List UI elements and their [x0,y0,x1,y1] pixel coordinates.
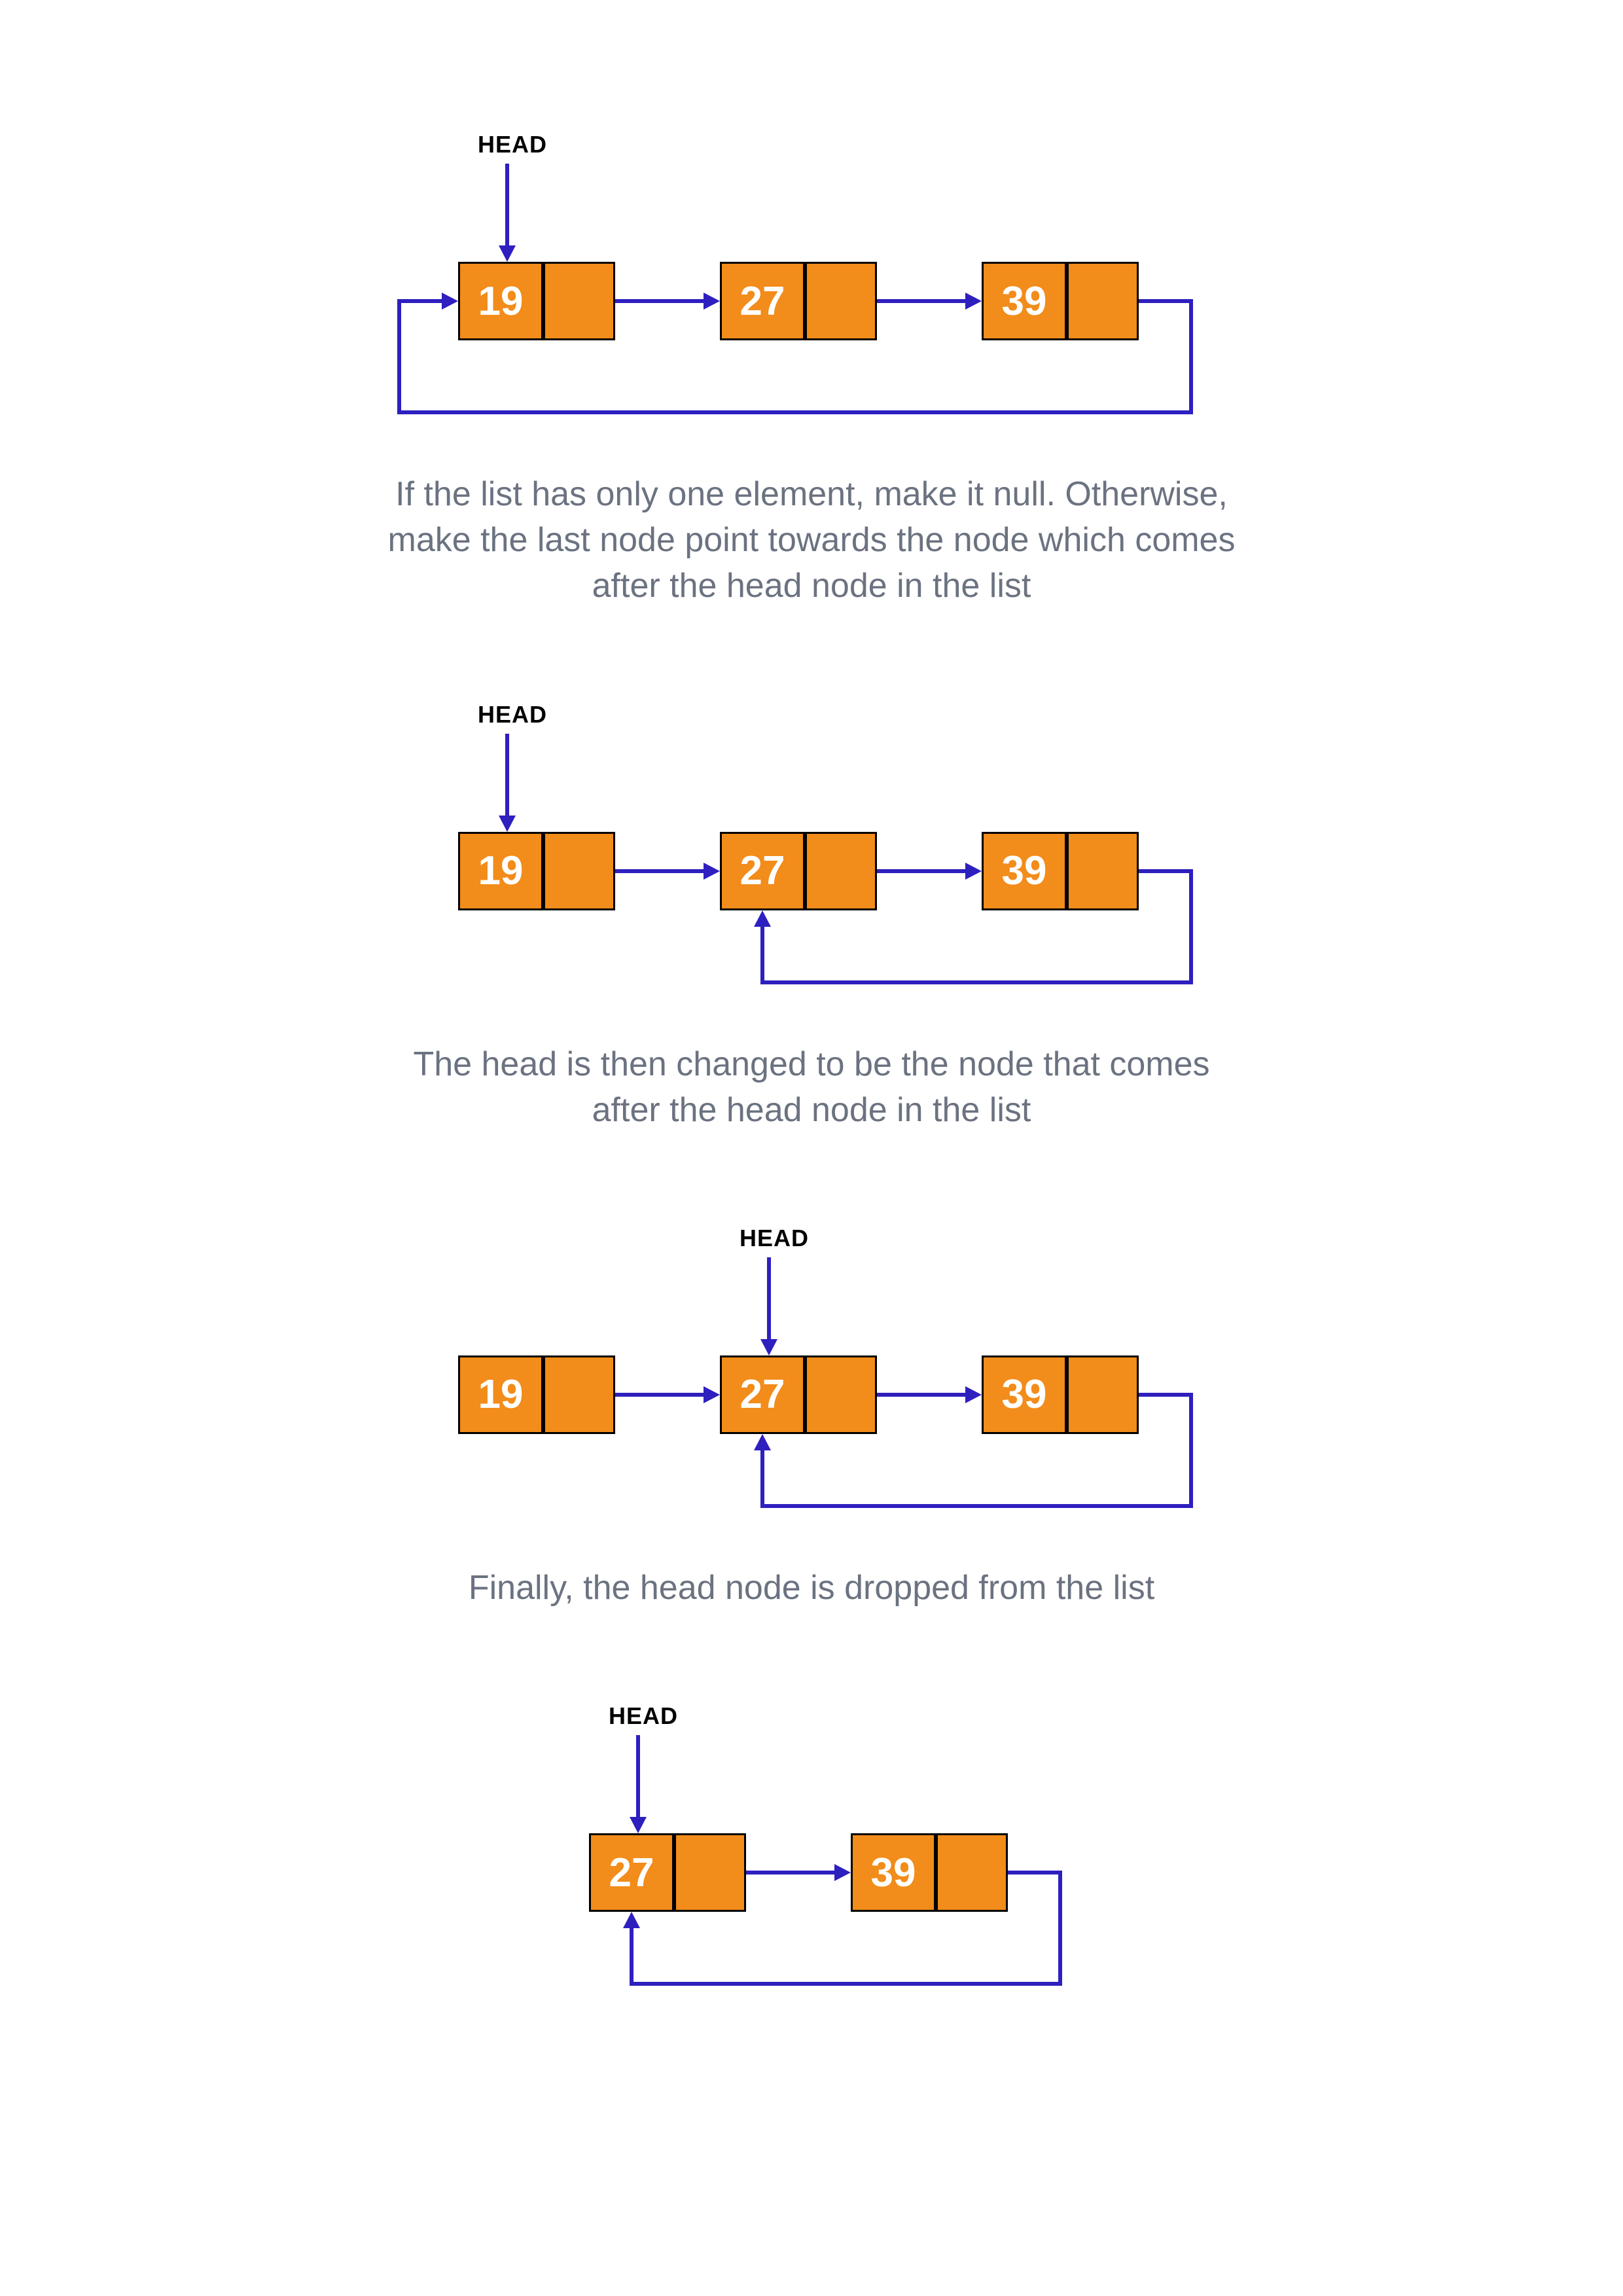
node-27: 27 [720,1355,877,1434]
node-39-data: 39 [982,1355,1067,1434]
node-39-data: 39 [851,1833,936,1912]
node-19-ptr [543,832,615,910]
node-39: 39 [982,1355,1139,1434]
node-39-ptr [1067,1355,1139,1434]
node-39: 39 [982,262,1139,340]
node-27: 27 [720,832,877,910]
node-27-data: 27 [720,832,805,910]
head-label: HEAD [740,1225,809,1252]
node-19-data: 19 [458,832,543,910]
node-39-data: 39 [982,262,1067,340]
node-19-data: 19 [458,1355,543,1434]
head-label: HEAD [478,131,547,158]
node-19: 19 [458,262,615,340]
node-19-data: 19 [458,262,543,340]
node-27-data: 27 [589,1833,674,1912]
node-27-ptr [674,1833,746,1912]
node-27-ptr [805,832,877,910]
node-27: 27 [720,262,877,340]
node-39-ptr [936,1833,1008,1912]
caption-1: If the list has only one element, make i… [386,471,1237,609]
caption-3: Finally, the head node is dropped from t… [386,1565,1237,1611]
node-27-data: 27 [720,262,805,340]
diagram-1: HEAD 19 27 39 [386,131,1237,432]
node-27-data: 27 [720,1355,805,1434]
node-39: 39 [982,832,1139,910]
node-27-ptr [805,262,877,340]
step-1: HEAD 19 27 39 [196,131,1427,609]
node-19: 19 [458,1355,615,1434]
head-label: HEAD [478,701,547,728]
step-2: HEAD 19 27 39 [196,701,1427,1133]
step-3: HEAD 19 27 39 [196,1225,1427,1611]
page: HEAD 19 27 39 [0,0,1623,2296]
caption-2: The head is then changed to be the node … [386,1041,1237,1133]
head-label: HEAD [609,1702,678,1730]
node-39-ptr [1067,832,1139,910]
node-27: 27 [589,1833,746,1912]
node-19: 19 [458,832,615,910]
node-39: 39 [851,1833,1008,1912]
step-4: HEAD 27 39 [196,1702,1427,2003]
diagram-3: HEAD 19 27 39 [386,1225,1237,1526]
node-27-ptr [805,1355,877,1434]
node-39-data: 39 [982,832,1067,910]
node-19-ptr [543,1355,615,1434]
diagram-4: HEAD 27 39 [517,1702,1106,2003]
diagram-2: HEAD 19 27 39 [386,701,1237,1002]
node-39-ptr [1067,262,1139,340]
node-19-ptr [543,262,615,340]
